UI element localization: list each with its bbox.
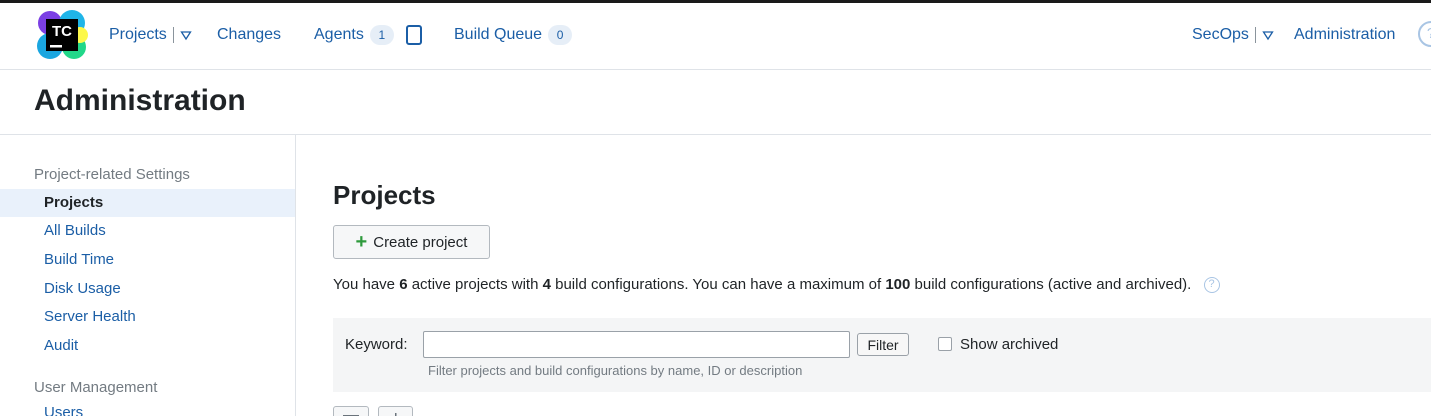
sidebar-item-projects[interactable]: Projects	[0, 189, 295, 217]
list-view-button[interactable]	[333, 406, 369, 416]
help-icon[interactable]: ?	[1418, 21, 1431, 47]
projects-summary: You have 6 active projects with 4 build …	[333, 276, 1220, 294]
summary-text: active projects with	[407, 276, 543, 293]
max-configurations-count: 100	[885, 276, 911, 293]
sidebar-item-disk-usage[interactable]: Disk Usage	[0, 275, 295, 303]
user-menu: SecOps	[1192, 3, 1274, 67]
teamcity-logo-icon: TC	[37, 10, 88, 59]
help-icon[interactable]: ?	[1203, 277, 1220, 294]
sidebar-item-server-health[interactable]: Server Health	[0, 303, 295, 331]
create-project-label: Create project	[373, 233, 468, 251]
nav-user[interactable]: SecOps	[1192, 26, 1249, 44]
filter-panel: Keyword: Filter Show archived Filter pro…	[333, 318, 1431, 392]
top-navigation-bar: TC Projects Changes Agents 1 Build Queue…	[0, 3, 1431, 70]
page-title-bar: Administration	[0, 70, 1431, 135]
nav-agents-wrap: Agents 1	[314, 3, 422, 67]
summary-text: build configurations (active and archive…	[910, 276, 1192, 293]
plus-icon: +	[355, 231, 368, 253]
build-queue-count-badge: 0	[548, 25, 573, 45]
sidebar-section-project-settings: Project-related Settings	[34, 166, 190, 183]
nav-projects[interactable]: Projects	[109, 26, 167, 44]
sidebar-section-user-management: User Management	[34, 379, 158, 396]
active-projects-count: 6	[399, 276, 408, 293]
sidebar-item-all-builds[interactable]: All Builds	[0, 217, 295, 245]
teamcity-logo[interactable]: TC	[36, 9, 88, 61]
chevron-down-icon[interactable]	[180, 29, 192, 41]
keyword-input[interactable]	[423, 331, 850, 358]
projects-menu: Projects	[109, 3, 192, 67]
separator	[172, 27, 174, 43]
add-button[interactable]	[378, 406, 413, 416]
nav-administration[interactable]: Administration	[1294, 26, 1395, 44]
sidebar-item-build-time[interactable]: Build Time	[0, 246, 295, 274]
nav-build-queue-wrap: Build Queue 0	[454, 3, 573, 67]
show-archived-label[interactable]: Show archived	[960, 336, 1058, 353]
separator	[1254, 27, 1256, 43]
summary-text: build configurations. You can have a max…	[550, 276, 886, 293]
filter-button[interactable]: Filter	[857, 333, 909, 356]
sidebar: Project-related Settings Projects All Bu…	[0, 135, 296, 416]
agent-device-icon[interactable]	[405, 25, 422, 45]
create-project-button[interactable]: + Create project	[333, 225, 490, 259]
list-icon	[343, 415, 359, 416]
nav-administration-wrap: Administration	[1294, 3, 1395, 67]
sidebar-item-users[interactable]: Users	[0, 399, 295, 416]
show-archived-checkbox[interactable]	[938, 337, 952, 351]
svg-text:TC: TC	[52, 23, 72, 40]
nav-agents[interactable]: Agents	[314, 26, 364, 44]
build-configurations-count: 4	[542, 276, 551, 293]
nav-changes[interactable]: Changes	[217, 26, 281, 44]
sidebar-item-audit[interactable]: Audit	[0, 332, 295, 360]
keyword-label: Keyword:	[345, 336, 408, 353]
filter-hint: Filter projects and build configurations…	[428, 363, 803, 378]
projects-heading: Projects	[333, 180, 436, 210]
summary-text: You have	[333, 276, 400, 293]
nav-build-queue[interactable]: Build Queue	[454, 26, 542, 44]
agents-count-badge: 1	[369, 25, 394, 45]
plus-icon	[395, 413, 397, 416]
page-title: Administration	[34, 84, 246, 117]
nav-changes-wrap: Changes	[217, 3, 281, 67]
chevron-down-icon[interactable]	[1262, 29, 1274, 41]
main-content: Projects + Create project You have 6 act…	[297, 135, 1431, 416]
